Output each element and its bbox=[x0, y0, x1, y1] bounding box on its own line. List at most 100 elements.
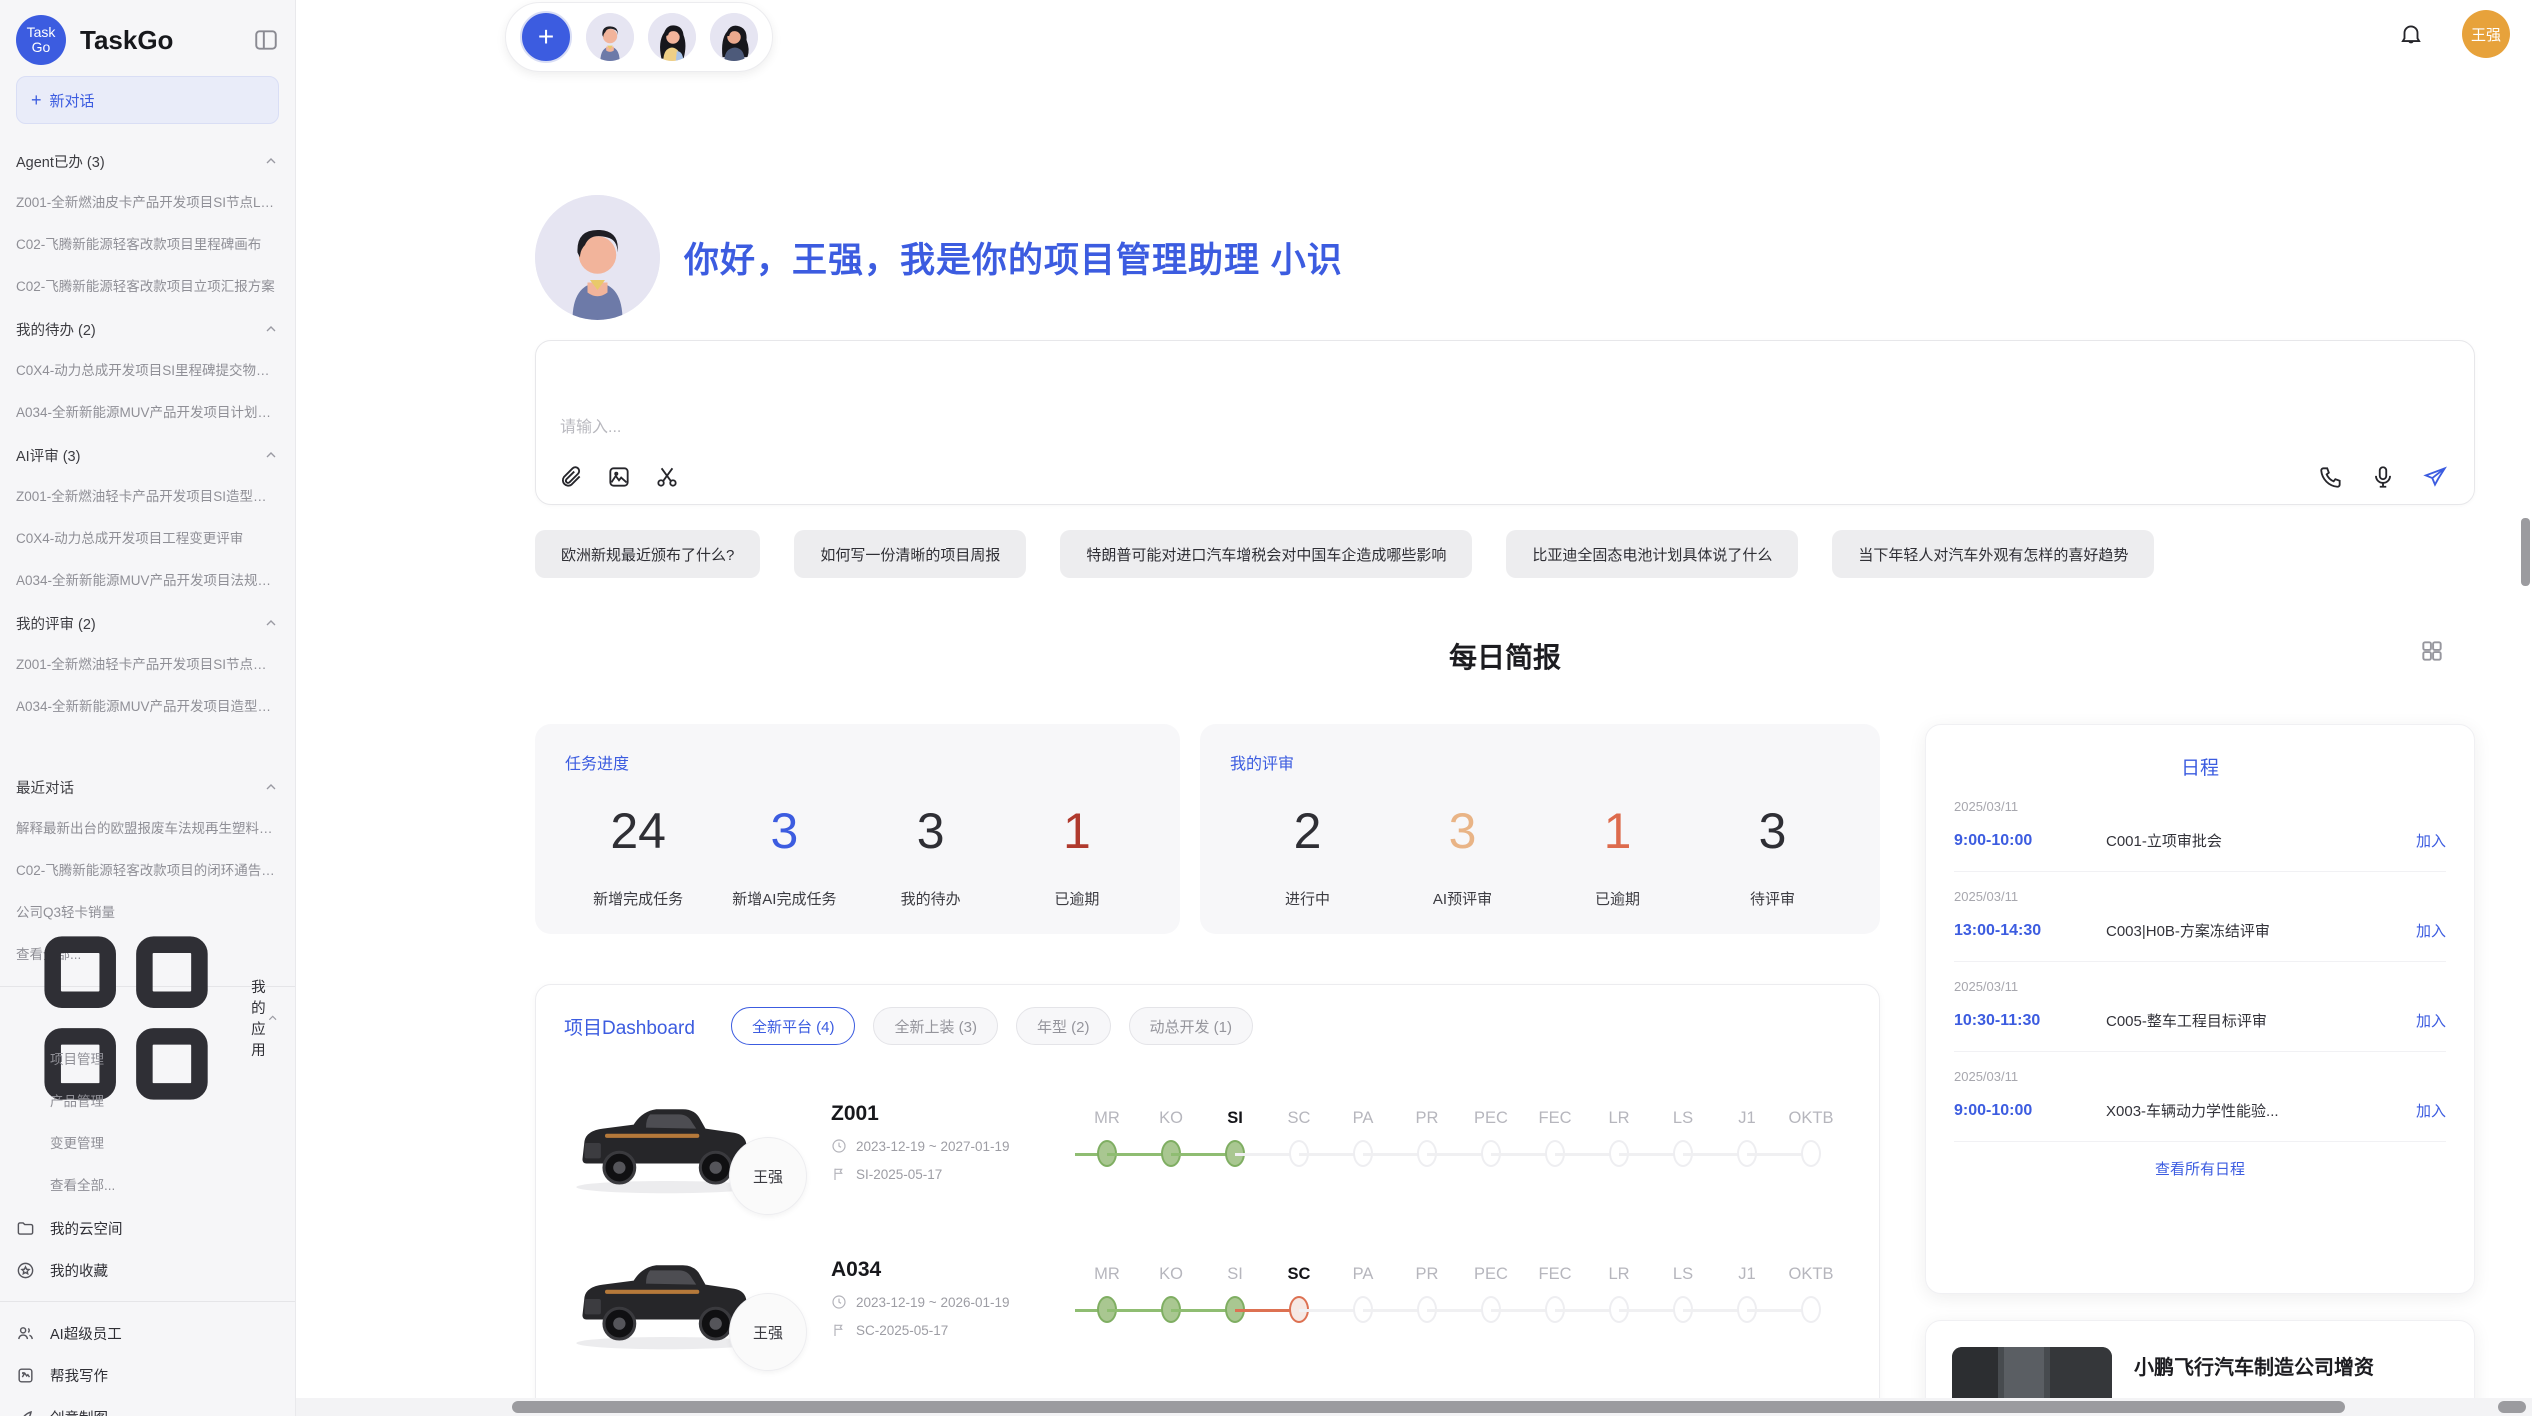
filter-chip-model-year[interactable]: 年型 (2) bbox=[1016, 1007, 1111, 1045]
conversation-item[interactable]: C0X4-动力总成开发项目SI里程碑提交物检查 bbox=[16, 350, 279, 392]
section-header-recent[interactable]: 最近对话 bbox=[16, 766, 279, 808]
milestone-label: PA bbox=[1331, 1109, 1395, 1128]
milestone-label: MR bbox=[1075, 1109, 1139, 1128]
suggestion-chip[interactable]: 欧洲新规最近颁布了什么? bbox=[535, 530, 760, 578]
sidebar-item-favorites[interactable]: 我的收藏 bbox=[16, 1249, 279, 1291]
suggestion-chip[interactable]: 特朗普可能对进口汽车增税会对中国车企造成哪些影响 bbox=[1060, 530, 1472, 578]
new-chat-label: 新对话 bbox=[50, 90, 95, 111]
flag-icon bbox=[831, 1166, 847, 1182]
conversation-item[interactable]: A034-全新新能源MUV产品开发项目法规符合性评审 bbox=[16, 560, 279, 602]
stat-value: 1 bbox=[1540, 796, 1695, 866]
project-code: Z001 bbox=[831, 1102, 1071, 1126]
session-avatar[interactable] bbox=[648, 13, 696, 61]
schedule-date: 2025/03/11 bbox=[1954, 979, 2446, 994]
horizontal-scrollbar-track[interactable] bbox=[296, 1398, 2532, 1416]
session-avatar[interactable] bbox=[586, 13, 634, 61]
app-title: TaskGo bbox=[80, 25, 253, 56]
join-link[interactable]: 加入 bbox=[2416, 920, 2446, 941]
stat-label: 新增AI完成任务 bbox=[711, 888, 857, 909]
join-link[interactable]: 加入 bbox=[2416, 830, 2446, 851]
conversation-item[interactable]: A034-全新新能源MUV产品开发项目造型可行性评审 bbox=[16, 686, 279, 728]
conversation-item[interactable]: Z001-全新燃油轻卡产品开发项目SI节点属性5D文件评审 bbox=[16, 644, 279, 686]
suggestion-chip[interactable]: 如何写一份清晰的项目周报 bbox=[794, 530, 1026, 578]
filter-chip-powertrain[interactable]: 动总开发 (1) bbox=[1129, 1007, 1254, 1045]
milestone-label: FEC bbox=[1523, 1109, 1587, 1128]
milestone-label: LR bbox=[1587, 1265, 1651, 1284]
image-icon[interactable] bbox=[606, 464, 632, 490]
section-header-my-todo[interactable]: 我的待办 (2) bbox=[16, 308, 279, 350]
user-avatar[interactable]: 王强 bbox=[2462, 10, 2510, 58]
filter-chip-new-body[interactable]: 全新上装 (3) bbox=[873, 1007, 998, 1045]
microphone-icon[interactable] bbox=[2370, 464, 2396, 490]
stat-label: AI预评审 bbox=[1385, 888, 1540, 909]
chevron-up-icon bbox=[263, 447, 279, 463]
chat-input-card[interactable]: 请输入... bbox=[535, 340, 2475, 505]
milestone-label: MR bbox=[1075, 1265, 1139, 1284]
conversation-item[interactable]: C02-飞腾新能源轻客改款项目里程碑画布 bbox=[16, 224, 279, 266]
sidebar-collapse-icon[interactable] bbox=[253, 27, 279, 53]
sidebar-item-ai-super-staff[interactable]: AI超级员工 bbox=[16, 1312, 279, 1354]
view-all-schedule-link[interactable]: 查看所有日程 bbox=[1954, 1142, 2446, 1195]
milestone-label: OKTB bbox=[1779, 1265, 1843, 1284]
project-flag: SI-2025-05-17 bbox=[856, 1167, 942, 1182]
milestone-label: J1 bbox=[1715, 1265, 1779, 1284]
horizontal-scrollbar-corner[interactable] bbox=[2498, 1401, 2526, 1413]
schedule-item: 2025/03/11 10:30-11:30 C005-整车工程目标评审 加入 bbox=[1954, 962, 2446, 1052]
milestone-label: OKTB bbox=[1779, 1109, 1843, 1128]
recent-conversation[interactable]: 解释最新出台的欧盟报废车法规再生塑料比例被调至15%... bbox=[16, 808, 279, 850]
conversation-item[interactable]: A034-全新新能源MUV产品开发项目计划变更表编写 bbox=[16, 392, 279, 434]
stat-value: 3 bbox=[1695, 796, 1850, 866]
join-link[interactable]: 加入 bbox=[2416, 1010, 2446, 1031]
chevron-up-icon bbox=[263, 153, 279, 169]
cloud-space-label: 我的云空间 bbox=[50, 1218, 123, 1239]
project-row[interactable]: 王强 A034 2023-12-19 ~ 2026-01-19 bbox=[564, 1239, 1851, 1357]
greeting-section: 你好，王强，我是你的项目管理助理 小识 bbox=[535, 195, 2475, 320]
schedule-event-title: X003-车辆动力学性能验... bbox=[2106, 1100, 2416, 1121]
join-link[interactable]: 加入 bbox=[2416, 1100, 2446, 1121]
stat: 3 待评审 bbox=[1695, 796, 1850, 909]
schedule-time: 9:00-10:00 bbox=[1954, 832, 2106, 850]
conversation-item[interactable]: C02-飞腾新能源轻客改款项目立项汇报方案 bbox=[16, 266, 279, 308]
sidebar-item-cloud-space[interactable]: 我的云空间 bbox=[16, 1207, 279, 1249]
project-row[interactable]: 王强 Z001 2023-12-19 ~ 2027-01-19 bbox=[564, 1083, 1851, 1201]
conversation-item[interactable]: C0X4-动力总成开发项目工程变更评审 bbox=[16, 518, 279, 560]
favorites-label: 我的收藏 bbox=[50, 1260, 108, 1281]
sidebar-item-creative-draw[interactable]: 创意制图 bbox=[16, 1396, 279, 1416]
stat-label: 新增完成任务 bbox=[565, 888, 711, 909]
suggestion-chip[interactable]: 比亚迪全固态电池计划具体说了什么 bbox=[1506, 530, 1798, 578]
stat-value: 1 bbox=[1004, 796, 1150, 866]
project-owner-badge: 王强 bbox=[729, 1293, 807, 1371]
chat-input-placeholder[interactable]: 请输入... bbox=[560, 413, 621, 437]
section-header-my-review[interactable]: 我的评审 (2) bbox=[16, 602, 279, 644]
section-header-agent-done[interactable]: Agent已办 (3) bbox=[16, 140, 279, 182]
section-header-ai-review[interactable]: AI评审 (3) bbox=[16, 434, 279, 476]
conversation-item[interactable]: Z001-全新燃油轻卡产品开发项目SI造型提交物评审 bbox=[16, 476, 279, 518]
star-badge-icon bbox=[16, 1261, 35, 1280]
notification-bell-icon[interactable] bbox=[2398, 21, 2424, 47]
app-item-change-mgmt[interactable]: 变更管理 bbox=[16, 1123, 279, 1165]
clock-icon bbox=[831, 1138, 847, 1154]
suggestion-chip[interactable]: 当下年轻人对汽车外观有怎样的喜好趋势 bbox=[1832, 530, 2154, 578]
new-chat-button[interactable]: + 新对话 bbox=[16, 76, 279, 124]
sidebar-item-my-apps[interactable]: 我的应用 bbox=[16, 997, 279, 1039]
attach-icon[interactable] bbox=[558, 464, 584, 490]
task-progress-title: 任务进度 bbox=[565, 750, 1150, 774]
stat-value: 3 bbox=[1385, 796, 1540, 866]
milestone-dot bbox=[1801, 1140, 1821, 1167]
quill-icon bbox=[16, 1408, 35, 1416]
scissors-icon[interactable] bbox=[654, 464, 680, 490]
milestone-label: PR bbox=[1395, 1265, 1459, 1284]
app-item-view-all[interactable]: 查看全部... bbox=[16, 1165, 279, 1207]
send-icon[interactable] bbox=[2422, 464, 2448, 490]
horizontal-scrollbar-thumb[interactable] bbox=[512, 1401, 2345, 1413]
session-avatar[interactable] bbox=[710, 13, 758, 61]
stat-label: 已逾期 bbox=[1540, 888, 1695, 909]
filter-chip-new-platform[interactable]: 全新平台 (4) bbox=[731, 1007, 856, 1045]
recent-conversation[interactable]: C02-飞腾新能源轻客改款项目的闭环通告反馈情况 bbox=[16, 850, 279, 892]
conversation-item[interactable]: Z001-全新燃油皮卡产品开发项目SI节点Lesson Learn报告 bbox=[16, 182, 279, 224]
sidebar-item-help-write[interactable]: 帮我写作 bbox=[16, 1354, 279, 1396]
vertical-scrollbar-thumb[interactable] bbox=[2521, 518, 2530, 586]
add-session-button[interactable]: + bbox=[520, 11, 572, 63]
layout-grid-icon[interactable] bbox=[2419, 638, 2445, 664]
phone-call-icon[interactable] bbox=[2318, 464, 2344, 490]
